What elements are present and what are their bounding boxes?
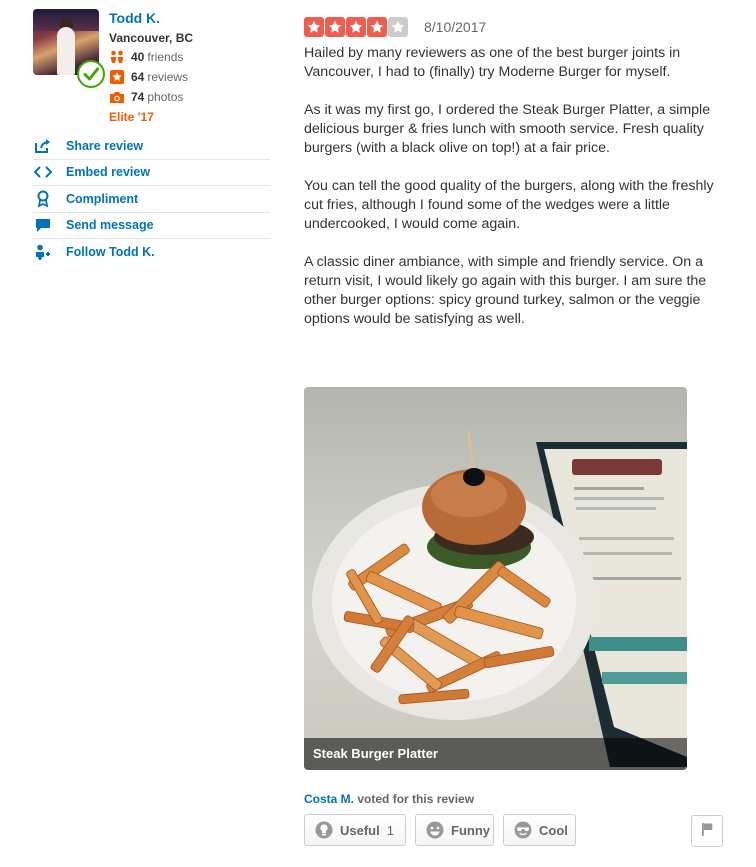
user-name-link[interactable]: Todd K.: [109, 10, 160, 26]
photos-count: 74: [131, 90, 145, 104]
review-star-icon: [109, 70, 125, 84]
camera-icon: [109, 90, 125, 104]
voted-text: voted for this review: [357, 792, 475, 806]
lightbulb-icon: [315, 821, 333, 839]
friends-label: friends: [147, 50, 184, 64]
send-message-label: Send message: [66, 218, 154, 233]
useful-count: 1: [386, 822, 394, 838]
share-review-action[interactable]: Share review: [33, 133, 270, 160]
send-message-action[interactable]: Send message: [33, 213, 270, 239]
cool-button[interactable]: Cool: [503, 814, 576, 846]
flag-icon: [700, 822, 714, 841]
friends-count: 40: [131, 50, 145, 64]
useful-label: Useful: [340, 822, 380, 838]
compliment-action[interactable]: Compliment: [33, 186, 270, 213]
star-empty-icon: [388, 17, 408, 37]
follow-user-label: Follow Todd K.: [66, 245, 155, 260]
elite-badge[interactable]: Elite '17: [109, 110, 154, 124]
voter-name-link[interactable]: Costa M.: [304, 792, 354, 806]
review-paragraph: Hailed by many reviewers as one of the b…: [304, 45, 681, 80]
sunglasses-icon: [514, 821, 532, 839]
review-actions-list: Share review Embed review Compliment Sen…: [33, 133, 270, 266]
star-rating: [304, 17, 408, 37]
follow-user-action[interactable]: Follow Todd K.: [33, 239, 270, 266]
vote-buttons: Useful 1 Funny Cool: [304, 814, 576, 846]
useful-button[interactable]: Useful 1: [304, 814, 406, 846]
star-filled-icon: [346, 17, 366, 37]
share-review-label: Share review: [66, 138, 144, 153]
photo-caption: Steak Burger Platter: [304, 738, 687, 770]
compliment-icon: [33, 190, 53, 208]
embed-review-action[interactable]: Embed review: [33, 160, 270, 186]
star-filled-icon: [367, 17, 387, 37]
friends-icon: [109, 50, 125, 64]
review-photo[interactable]: Steak Burger Platter: [304, 387, 687, 770]
elite-badge-check-icon: [77, 60, 105, 88]
friends-stat: 40 friends: [109, 50, 183, 64]
reviews-stat: 64 reviews: [109, 70, 188, 84]
follow-icon: [33, 244, 53, 261]
photos-label: photos: [147, 90, 184, 104]
burger-photo-illustration: [312, 430, 687, 767]
reviews-count: 64: [131, 70, 145, 84]
review-date: 8/10/2017: [424, 19, 487, 35]
review-paragraph: A classic diner ambiance, with simple an…: [304, 254, 707, 327]
flag-review-button[interactable]: [691, 815, 723, 847]
reviews-label: reviews: [147, 70, 189, 84]
share-icon: [33, 138, 53, 154]
message-icon: [33, 217, 53, 233]
compliment-label: Compliment: [66, 191, 139, 206]
review-text: Hailed by many reviewers as one of the b…: [304, 44, 724, 348]
smiley-icon: [426, 821, 444, 839]
photos-stat: 74 photos: [109, 90, 183, 104]
review-paragraph: As it was my first go, I ordered the Ste…: [304, 102, 711, 156]
star-filled-icon: [304, 17, 324, 37]
embed-icon: [33, 164, 53, 180]
star-filled-icon: [325, 17, 345, 37]
voter-line: Costa M. voted for this review: [304, 792, 474, 806]
funny-label: Funny: [451, 822, 490, 838]
user-location: Vancouver, BC: [109, 31, 194, 45]
funny-button[interactable]: Funny: [415, 814, 494, 846]
cool-label: Cool: [539, 822, 568, 838]
embed-review-label: Embed review: [66, 165, 151, 180]
review-paragraph: You can tell the good quality of the bur…: [304, 178, 714, 232]
